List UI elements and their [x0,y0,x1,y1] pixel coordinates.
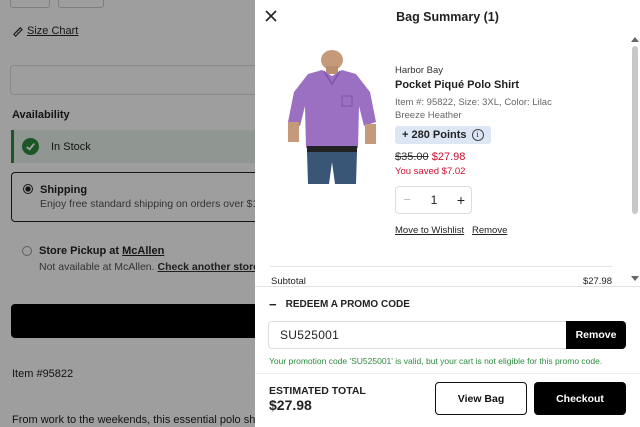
move-to-wishlist-link[interactable]: Move to Wishlist [395,225,464,236]
quantity-value[interactable]: 1 [420,187,448,213]
quantity-stepper: − 1 + [395,186,472,214]
promo-message: Your promotion code 'SU525001' is valid,… [269,356,603,366]
bag-summary-drawer: Bag Summary (1) Harbor Bay Pocket Piqué … [255,0,640,427]
subtotal-divider [270,266,612,267]
scroll-up-arrow-icon[interactable] [631,36,639,42]
info-icon[interactable]: i [471,129,484,141]
scrollbar-thumb[interactable] [632,46,638,214]
estimated-total-label: ESTIMATED TOTAL [269,385,366,397]
remove-item-link[interactable]: Remove [472,225,507,236]
product-image[interactable] [280,50,385,185]
product-name[interactable]: Pocket Piqué Polo Shirt [395,79,519,91]
product-details: Item #: 95822, Size: 3XL, Color: Lilac B… [395,97,552,121]
total-divider [255,373,640,374]
scroll-down-arrow-icon[interactable] [631,276,639,282]
subtotal-value: $27.98 [582,276,612,286]
estimated-total-value: $27.98 [269,397,312,413]
subtotal-label: Subtotal [271,276,306,286]
product-brand: Harbor Bay [395,65,444,76]
price-row: $35.00 $27.98 [395,151,465,163]
polo-shirt-image [288,50,376,184]
decrease-quantity-button[interactable]: − [396,187,418,213]
bag-items-scroll[interactable]: Harbor Bay Pocket Piqué Polo Shirt Item … [255,34,640,286]
collapse-icon: − [269,297,277,312]
drawer-title: Bag Summary (1) [396,10,499,24]
points-value: + 280 Points [402,129,467,141]
promo-code-value: SU525001 [280,328,340,342]
savings-text: You saved $7.02 [395,166,466,177]
sale-price: $27.98 [431,151,466,163]
remove-promo-button[interactable]: Remove [566,321,626,349]
original-price: $35.00 [395,151,429,163]
checkout-button[interactable]: Checkout [534,382,626,415]
promo-code-input[interactable]: SU525001 [268,321,568,349]
promo-divider [255,286,640,287]
view-bag-button[interactable]: View Bag [435,382,527,415]
increase-quantity-button[interactable]: + [450,187,472,213]
points-badge: + 280 Points i [395,126,491,144]
promo-heading: REDEEM A PROMO CODE [285,299,410,310]
promo-toggle[interactable]: − REDEEM A PROMO CODE [269,297,410,312]
